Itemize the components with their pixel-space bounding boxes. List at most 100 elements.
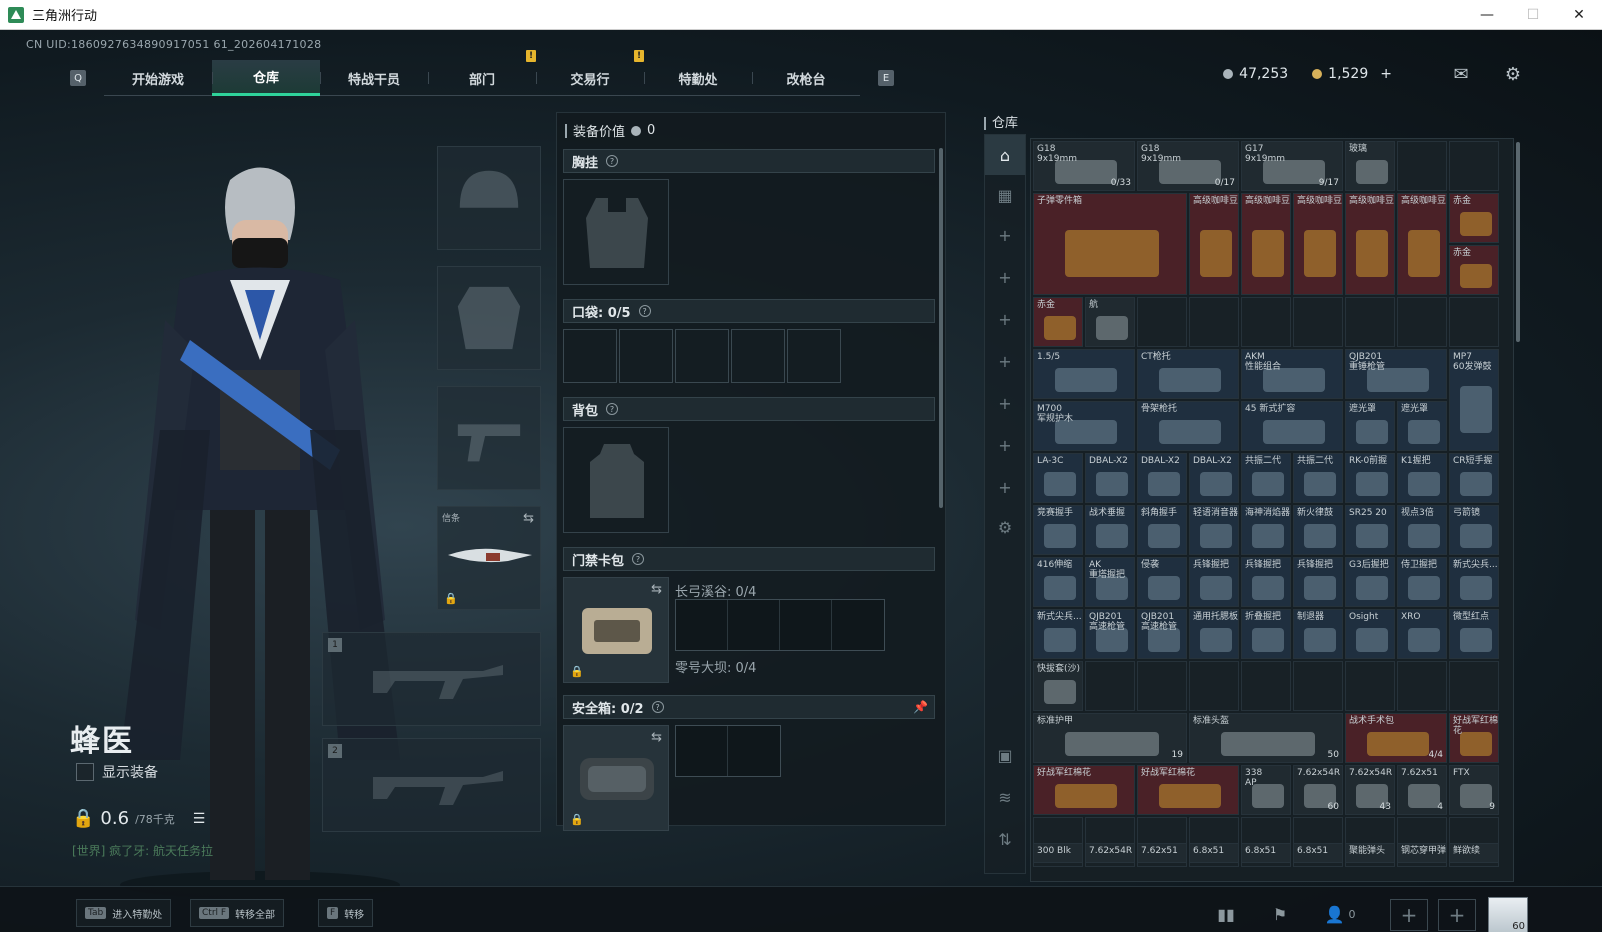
warehouse-item[interactable]: 快拔套(沙) — [1033, 661, 1083, 711]
warehouse-item[interactable]: 新火律鼓 — [1293, 505, 1343, 555]
enter-special-ops-hint[interactable]: Tab 进入特勤处 — [76, 899, 172, 927]
warehouse-item[interactable]: 新式尖兵... — [1449, 557, 1499, 607]
melee-slot[interactable]: 信条 ⇆ 🔒 — [437, 506, 541, 610]
tab-department[interactable]: 部门! — [428, 50, 536, 96]
warehouse-item[interactable]: 1.5/5 — [1033, 349, 1135, 399]
pocket-cell[interactable] — [731, 329, 785, 383]
keycard-case-slot[interactable]: ⇆ 🔒 — [563, 577, 669, 683]
warehouse-item[interactable]: 竞赛握手 — [1033, 505, 1083, 555]
warehouse-item[interactable]: LA-3C — [1033, 453, 1083, 503]
pocket-cell[interactable] — [563, 329, 617, 383]
warehouse-item[interactable]: 新式尖兵... — [1033, 609, 1083, 659]
warehouse-item[interactable]: AKM 性能组合 — [1241, 349, 1343, 399]
warehouse-item[interactable]: 共振二代 — [1241, 453, 1291, 503]
prev-tab-key[interactable]: Q — [70, 70, 86, 86]
warehouse-item[interactable]: 钢芯穿甲弹 — [1397, 843, 1447, 863]
add-tab-icon[interactable]: + — [985, 383, 1025, 423]
tab-special-ops[interactable]: 特勤处! — [634, 50, 752, 96]
warehouse-item[interactable]: 战术垂握 — [1085, 505, 1135, 555]
warehouse-item[interactable]: 微型红点 — [1449, 609, 1499, 659]
warehouse-item[interactable]: 弓箭镜 — [1449, 505, 1499, 555]
warehouse-item[interactable]: 赤金 — [1449, 193, 1499, 243]
warehouse-item[interactable]: 遮光罩 — [1397, 401, 1447, 451]
warehouse-item[interactable]: 高级咖啡豆 — [1241, 193, 1291, 295]
warehouse-item[interactable]: 侍卫握把 — [1397, 557, 1447, 607]
help-icon[interactable]: ? — [632, 553, 645, 565]
warehouse-item[interactable]: 6.8x51 — [1241, 843, 1291, 863]
warehouse-item[interactable]: 海神消焰器 — [1241, 505, 1291, 555]
pocket-cell[interactable] — [619, 329, 673, 383]
flag-icon[interactable]: ⚑ — [1268, 903, 1292, 925]
empty-cell[interactable] — [1241, 661, 1291, 711]
warehouse-item[interactable]: 兵锋握把 — [1241, 557, 1291, 607]
transfer-hint[interactable]: F 转移 — [318, 899, 374, 927]
friends-icon[interactable]: 👤 0 — [1320, 903, 1360, 925]
warehouse-item[interactable]: 好战军红棉花 — [1033, 765, 1135, 815]
warehouse-item[interactable]: XRO — [1397, 609, 1447, 659]
warehouse-item[interactable]: QJB201 高速枪管 — [1137, 609, 1187, 659]
help-icon[interactable]: ? — [606, 155, 619, 167]
warehouse-home-icon[interactable]: ⌂ — [985, 135, 1025, 175]
warehouse-item[interactable]: 制退器 — [1293, 609, 1343, 659]
warehouse-item[interactable]: 7.62x54R 60 — [1293, 765, 1343, 815]
warehouse-item[interactable]: 45 新式扩容 — [1241, 401, 1343, 451]
warehouse-item[interactable]: 折叠握把 — [1241, 609, 1291, 659]
chest-rig-slot[interactable] — [563, 179, 669, 285]
empty-cell[interactable] — [1449, 661, 1499, 711]
mail-icon[interactable]: ✉ — [1450, 63, 1472, 85]
warehouse-item[interactable]: 416伸缩 — [1033, 557, 1083, 607]
empty-cell[interactable] — [1397, 297, 1447, 347]
world-chat[interactable]: [世界] 疯了牙: 航天任务拉 — [72, 842, 213, 859]
warehouse-item[interactable]: CT枪托 — [1137, 349, 1239, 399]
warehouse-item[interactable]: 338 AP — [1241, 765, 1291, 815]
add-tab-icon[interactable]: + — [985, 341, 1025, 381]
tab-start-game[interactable]: 开始游戏 — [104, 60, 212, 96]
warehouse-item[interactable]: 高级咖啡豆 — [1293, 193, 1343, 295]
warehouse-scrollbar[interactable] — [1516, 142, 1520, 342]
tab-trade[interactable]: 交易行 — [536, 60, 644, 96]
warehouse-item[interactable]: 视点3倍 — [1397, 505, 1447, 555]
warehouse-item[interactable]: 7.62x54R — [1085, 843, 1135, 863]
gear-icon[interactable]: ⚙ — [1502, 63, 1524, 85]
warehouse-item[interactable]: MP7 60发弹鼓 — [1449, 349, 1499, 451]
warehouse-item[interactable]: 标准护甲 19 — [1033, 713, 1187, 763]
tab-warehouse[interactable]: 仓库 — [212, 60, 320, 96]
warehouse-item[interactable]: 战术手术包 4/4 — [1345, 713, 1447, 763]
warehouse-item[interactable]: 6.8x51 — [1189, 843, 1239, 863]
layers-icon[interactable]: ≋ — [985, 777, 1025, 817]
empty-cell[interactable] — [1137, 661, 1187, 711]
empty-cell[interactable] — [1241, 297, 1291, 347]
transfer-all-hint[interactable]: Ctrl F 转移全部 — [190, 899, 285, 927]
empty-cell[interactable] — [1085, 661, 1135, 711]
warehouse-item[interactable]: 鲜欲续 — [1449, 843, 1499, 863]
empty-cell[interactable] — [1397, 141, 1447, 191]
warehouse-item[interactable]: 侵袭 — [1137, 557, 1187, 607]
pin-icon[interactable]: 📌 — [913, 700, 928, 714]
safe-box-grid[interactable] — [675, 725, 781, 777]
pistol-slot[interactable] — [437, 386, 541, 490]
add-tab-icon[interactable]: + — [985, 299, 1025, 339]
warehouse-item[interactable]: 6.8x51 — [1293, 843, 1343, 863]
empty-cell[interactable] — [1397, 661, 1447, 711]
maximize-button[interactable]: ☐ — [1510, 0, 1556, 30]
warehouse-item[interactable]: 高级咖啡豆 — [1345, 193, 1395, 295]
warehouse-item[interactable]: 7.62x54R 43 — [1345, 765, 1395, 815]
warehouse-item[interactable]: 标准头盔 50 — [1189, 713, 1343, 763]
warehouse-item[interactable]: 赤金 — [1449, 245, 1499, 295]
empty-cell[interactable] — [1345, 661, 1395, 711]
warehouse-item[interactable]: 斜角握手 — [1137, 505, 1187, 555]
helmet-slot[interactable] — [437, 146, 541, 250]
checkbox[interactable] — [76, 763, 94, 781]
tab-gunsmith[interactable]: 改枪台 — [752, 60, 860, 96]
swap-icon[interactable]: ⇆ — [651, 582, 662, 597]
warehouse-item[interactable]: K1握把 — [1397, 453, 1447, 503]
tab-operators[interactable]: 特战干员 — [320, 60, 428, 96]
warehouse-item[interactable]: G17 9x19mm 9/17 — [1241, 141, 1343, 191]
warehouse-item[interactable]: 高级咖啡豆 — [1397, 193, 1447, 295]
empty-cell[interactable] — [1189, 297, 1239, 347]
add-tab-icon[interactable]: + — [985, 425, 1025, 465]
list-icon[interactable]: ☰ — [193, 811, 206, 827]
armor-slot[interactable] — [437, 266, 541, 370]
warehouse-item[interactable]: 7.62x51 — [1137, 843, 1187, 863]
add-tab-icon[interactable]: + — [985, 257, 1025, 297]
